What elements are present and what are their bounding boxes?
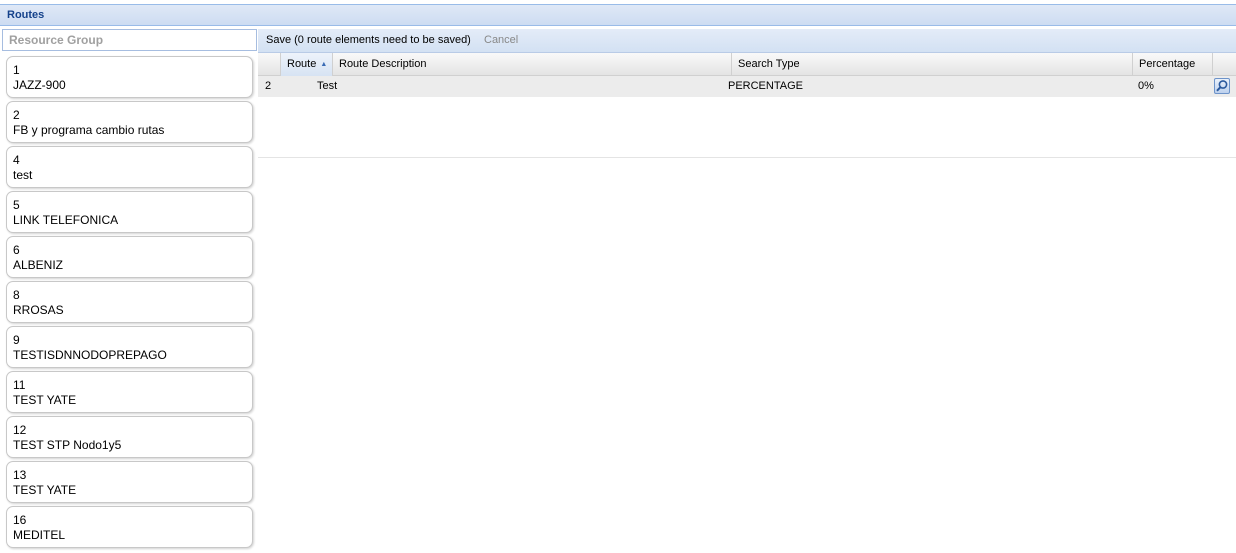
column-header-label: Percentage [1139,58,1196,70]
column-header-label: Route Description [339,58,427,70]
resource-group-name: TEST YATE [13,393,77,407]
toolbar: Save (0 route elements need to be saved)… [258,29,1236,53]
magnifier-icon-graphic [1216,80,1228,92]
route-cell: Test [317,80,338,92]
percentage-cell: 0% [1138,80,1154,92]
resource-group-item[interactable]: 11 TEST YATE [6,371,253,413]
row-index-cell: 2 [265,80,272,92]
resource-group-id: 11 [13,378,26,392]
resource-group-id: 13 [13,468,27,482]
column-header-percentage[interactable]: Percentage [1132,53,1212,76]
resource-group-name: TEST YATE [13,483,77,497]
resource-group-item[interactable]: 4 test [6,146,253,188]
grid-header: Route ▲ Route Description Search Type Per… [258,53,1236,76]
save-button[interactable]: Save (0 route elements need to be saved) [266,34,471,46]
column-header-route-description[interactable]: Route Description [332,53,731,76]
resource-group-name: ALBENIZ [13,258,64,272]
resource-group-id: 1 [13,63,20,77]
sort-ascending-icon: ▲ [320,60,328,68]
resource-group-id: 16 [13,513,27,527]
search-type-cell: PERCENTAGE [728,80,803,92]
resource-group-id: 5 [13,198,20,212]
resource-group-item[interactable]: 8 RROSAS [6,281,253,323]
column-header-label: Route [287,58,317,70]
resource-group-item[interactable]: 12 TEST STP Nodo1y5 [6,416,253,458]
resource-group-item[interactable]: 13 TEST YATE [6,461,253,503]
resource-group-name: JAZZ-900 [13,78,66,92]
resource-group-name: test [13,168,33,182]
resource-group-name: RROSAS [13,303,64,317]
routes-grid: Route ▲ Route Description Search Type Per… [258,53,1236,158]
resource-group-name: MEDITEL [13,528,66,542]
panel-title: Routes [7,9,45,21]
resource-group-id: 6 [13,243,20,257]
resource-group-name: TESTISDNNODOPREPAGO [13,348,167,362]
resource-group-id: 8 [13,288,20,302]
column-header-actions [1212,53,1236,76]
resource-group-name: LINK TELEFONICA [13,213,119,227]
resource-group-name: TEST STP Nodo1y5 [13,438,122,452]
resource-group-item[interactable]: 5 LINK TELEFONICA [6,191,253,233]
resource-group-id: 4 [13,153,20,167]
resource-group-item[interactable]: 16 MEDITEL [6,506,253,548]
cancel-button[interactable]: Cancel [484,34,518,46]
column-header-search-type[interactable]: Search Type [731,53,1132,76]
resource-group-item[interactable]: 2 FB y programa cambio rutas [6,101,253,143]
resource-group-item[interactable]: 9 TESTISDNNODOPREPAGO [6,326,253,368]
resource-group-search-input[interactable] [2,29,257,51]
resource-group-item[interactable]: 6 ALBENIZ [6,236,253,278]
table-row[interactable]: 2 Test PERCENTAGE 0% [258,76,1236,97]
column-header-route[interactable]: Route ▲ [280,53,332,76]
resource-group-id: 12 [13,423,27,437]
column-header-label: Search Type [738,58,800,70]
resource-group-id: 2 [13,108,20,122]
magnifier-icon[interactable] [1214,78,1230,94]
resource-group-name: FB y programa cambio rutas [13,123,165,137]
resource-group-item[interactable]: 1 JAZZ-900 [6,56,253,98]
resource-group-id: 9 [13,333,20,347]
panel-header: Routes [0,4,1236,26]
resource-group-list: 1 JAZZ-900 2 FB y programa cambio rutas 4 tes… [0,52,258,553]
